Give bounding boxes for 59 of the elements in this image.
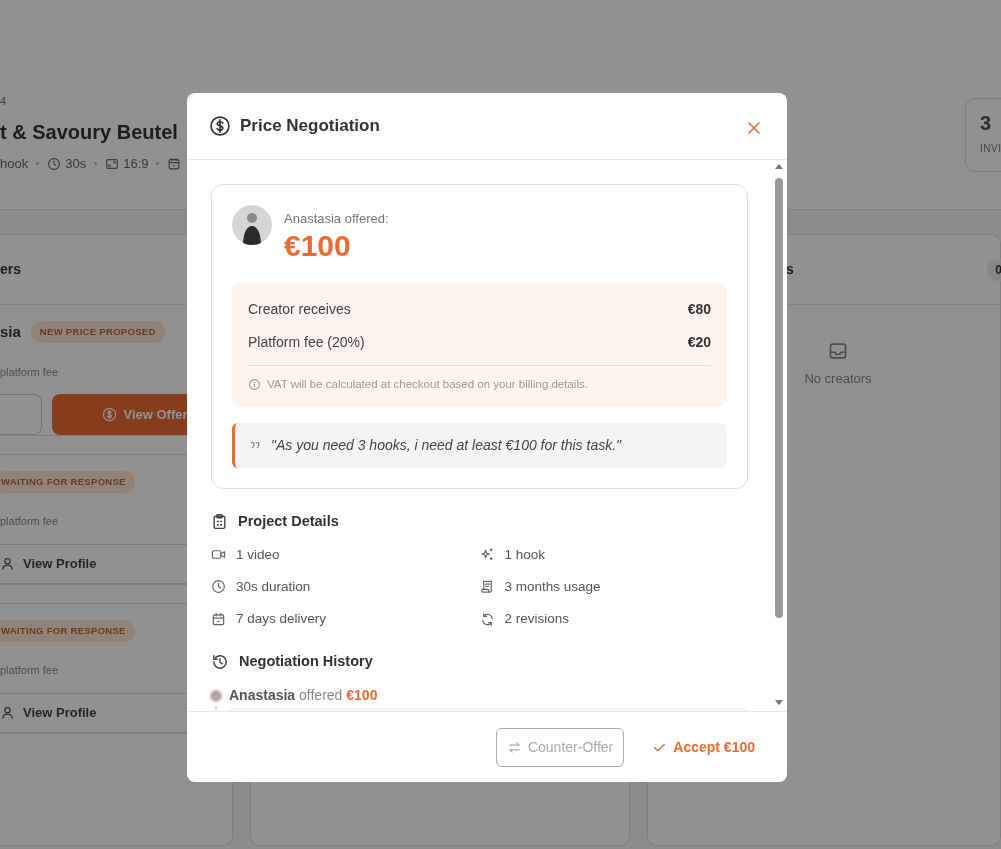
fee-note: platform fee [0, 514, 59, 530]
close-icon [747, 120, 761, 135]
accept-button[interactable]: Accept €100 [642, 728, 765, 766]
breakdown-label: Platform fee (20%) [248, 332, 365, 352]
inbox-icon [828, 341, 848, 361]
arrow-up-icon[interactable] [774, 162, 784, 170]
arrow-down-icon[interactable] [774, 699, 784, 707]
creator-name: sia [0, 322, 21, 342]
modal-title: Price Negotiation [240, 115, 380, 138]
refresh-icon [479, 611, 495, 627]
avatar [232, 205, 272, 245]
vat-note: VAT will be calculated at checkout based on your billing details. [267, 376, 588, 392]
stat-label: INVI [980, 142, 1001, 156]
clock-icon [211, 579, 226, 595]
detail-text: 2 revisions [504, 610, 570, 628]
document-icon [479, 579, 495, 595]
column-title: s [786, 260, 794, 279]
clipboard-icon [211, 513, 228, 531]
column-title: ers [0, 260, 22, 279]
status-badge: WAITING FOR RESPONSE [0, 619, 135, 642]
meta-text: 16:9 [123, 155, 149, 173]
sparkle-icon [479, 547, 495, 563]
detail-text: 1 video [236, 545, 280, 564]
detail-text: 1 hook [504, 545, 546, 564]
fee-note: platform fee [0, 663, 59, 678]
status-badge: WAITING FOR RESPONSE [0, 471, 135, 494]
detail-text: 3 months usage [504, 577, 601, 596]
fee-note: platform fee [0, 364, 59, 380]
dollar-circle-icon [102, 407, 118, 422]
clock-icon [47, 156, 62, 171]
page-title: t & Savoury Beutel [0, 120, 179, 144]
section-heading: Project Details [238, 511, 339, 531]
detail-text: 7 days delivery [236, 610, 327, 628]
meta-text: hook [0, 155, 29, 173]
dollar-circle-icon [209, 115, 231, 137]
stat-value: 3 [980, 111, 993, 135]
breakdown-label: Creator receives [248, 299, 351, 319]
user-icon [0, 556, 15, 572]
user-icon [0, 705, 15, 720]
section-heading: Negotiation History [239, 652, 373, 672]
aspect-ratio-icon [105, 156, 120, 171]
timeline-dot [211, 690, 221, 701]
offer-amount: €100 [284, 228, 352, 263]
history-icon [211, 653, 229, 672]
calendar-icon [211, 611, 226, 627]
count-badge: 0 [987, 258, 1001, 281]
status-badge: NEW PRICE PROPOSED [30, 321, 165, 344]
detail-text: 30s duration [236, 577, 311, 596]
meta-text: 30s [65, 155, 87, 173]
swap-arrows-icon [506, 739, 522, 755]
breakdown-value: €80 [687, 299, 711, 319]
calendar-icon [167, 156, 182, 171]
breadcrumb-text: 4 [0, 94, 8, 108]
breakdown-value: €20 [687, 332, 711, 352]
empty-state-text: No creators [804, 370, 872, 388]
offer-intro: Anastasia offered: [284, 210, 389, 228]
message-text: "As you need 3 hooks, i need at least €100 for this task." [271, 435, 622, 455]
info-icon [248, 377, 261, 391]
history-entry: Anastasia offered €100 [229, 686, 378, 705]
